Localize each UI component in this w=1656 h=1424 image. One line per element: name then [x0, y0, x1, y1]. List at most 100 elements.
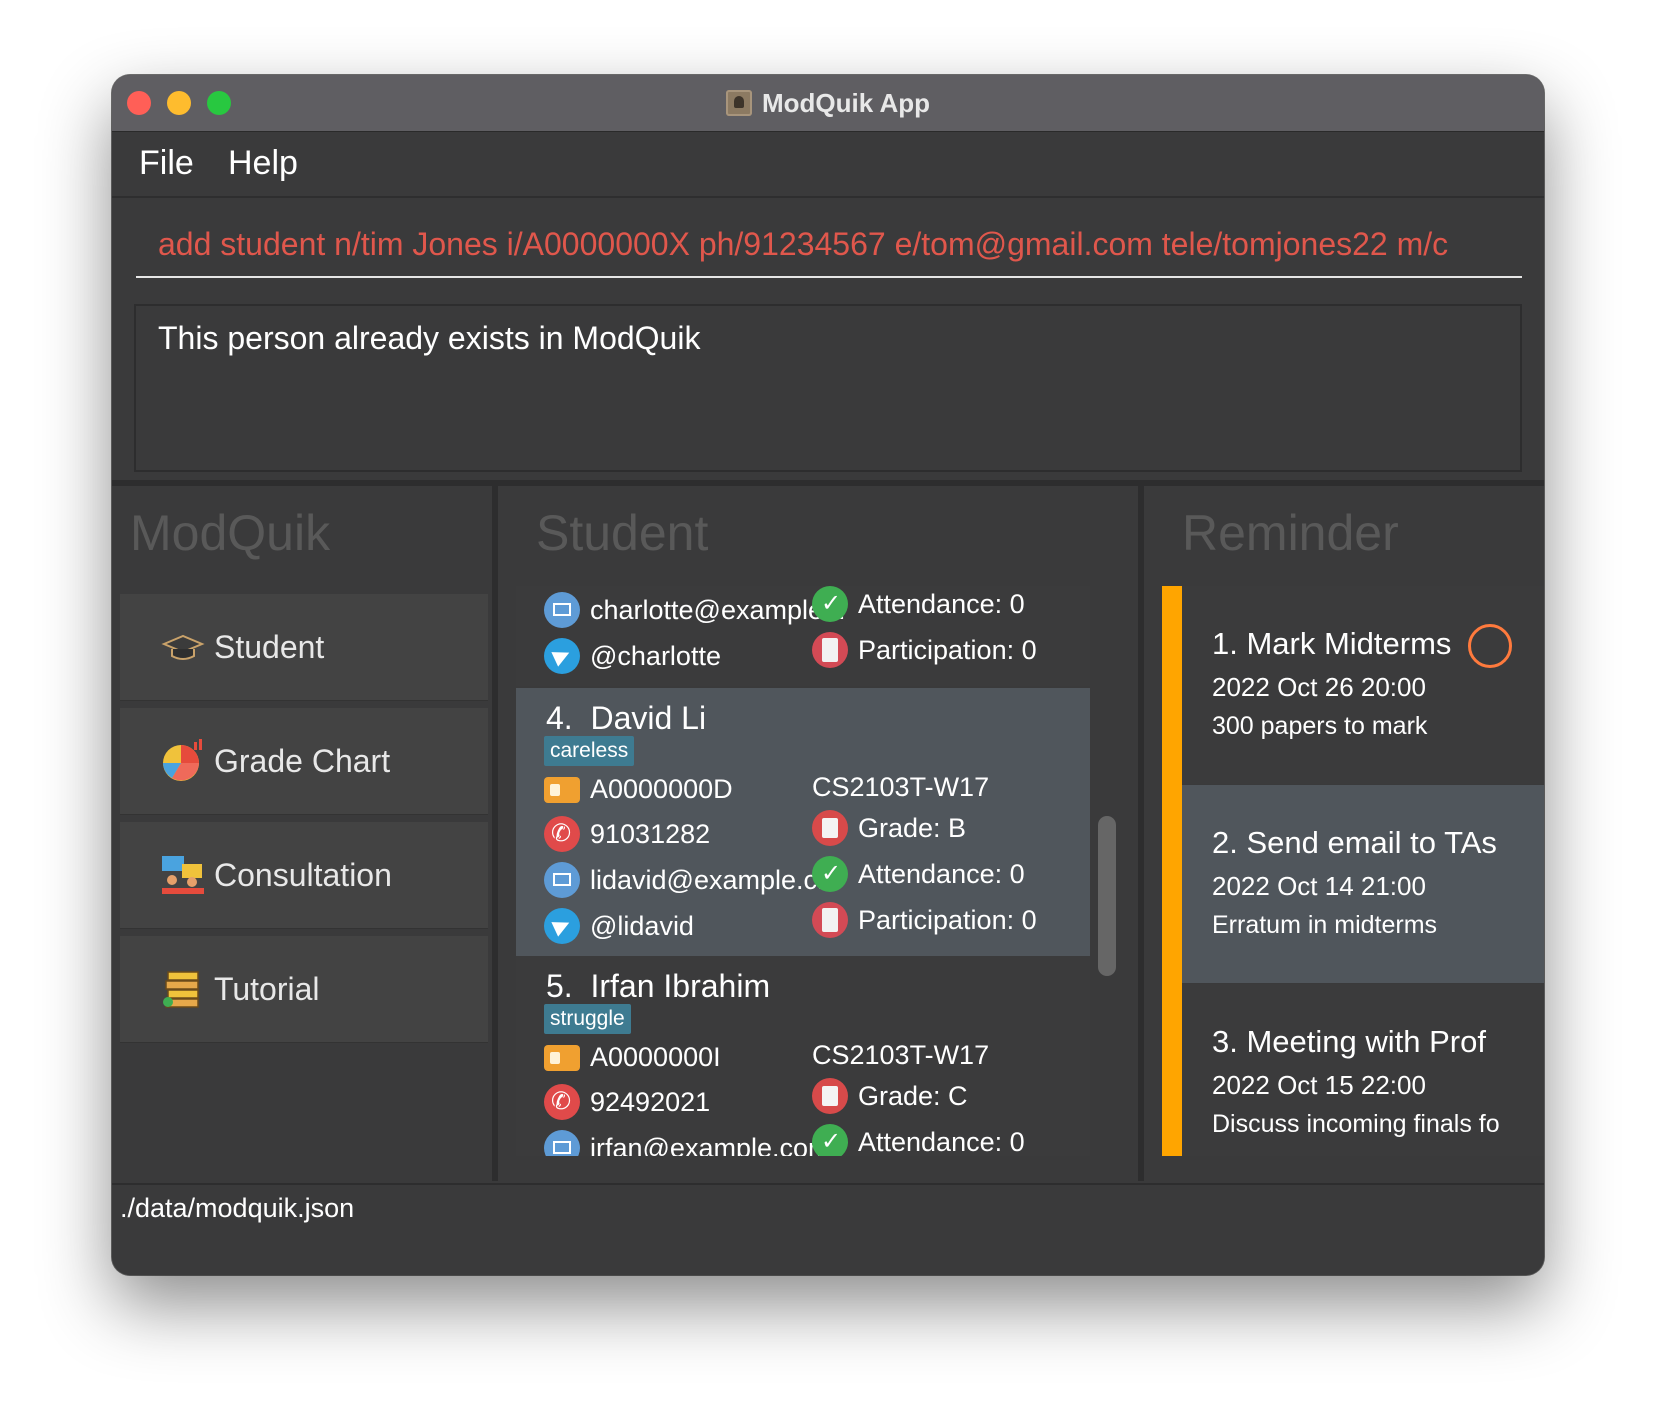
student-attendance: Attendance: 0: [858, 1126, 1025, 1157]
sidebar-item-tutorial[interactable]: Tutorial: [120, 936, 488, 1043]
student-attendance: Attendance: 0: [858, 588, 1025, 619]
save-file-path: ./data/modquik.json: [120, 1193, 355, 1223]
menu-bar: File Help: [112, 132, 1544, 198]
reminder-datetime: 2022 Oct 26 20:00: [1212, 672, 1426, 702]
student-card[interactable]: charlotte@example... Attendance: 0 @char…: [516, 586, 1090, 686]
student-panel: Student charlotte@example... Attendance:…: [498, 486, 1138, 1181]
grade-icon: [812, 810, 848, 846]
books-icon: [160, 966, 206, 1012]
checkmark-icon: [812, 856, 848, 892]
student-participation: Participation: 0: [858, 634, 1037, 665]
participation-row: Participation: 0: [812, 902, 1037, 938]
telegram-row: @lidavid: [544, 908, 694, 944]
attendance-row: Attendance: 0: [812, 856, 1025, 892]
student-telegram: @lidavid: [590, 910, 694, 941]
student-name-row: 5. Irfan Ibrahim: [546, 968, 770, 1005]
sidebar-item-label: Student: [214, 628, 325, 665]
student-phone: 91031282: [590, 818, 711, 849]
sidebar: ModQuik Student Grade Chart Consultation…: [112, 486, 492, 1181]
student-name-row: 4. David Li: [546, 700, 706, 737]
telegram-icon: [544, 908, 580, 944]
sidebar-item-label: Grade Chart: [214, 742, 391, 779]
student-id: A0000000I: [590, 1042, 721, 1072]
attendance-row: Attendance: 0: [812, 1124, 1025, 1156]
student-index: 4.: [546, 700, 573, 736]
reminder-card[interactable]: 1. Mark Midterms 2022 Oct 26 20:00 300 p…: [1182, 586, 1544, 784]
consultation-icon: [160, 852, 206, 898]
sidebar-item-label: Consultation: [214, 856, 392, 893]
sidebar-heading: ModQuik: [130, 505, 331, 561]
reminder-panel: Reminder 1. Mark Midterms 2022 Oct 26 20…: [1144, 486, 1544, 1181]
window-title: ModQuik App: [761, 87, 930, 118]
student-email: charlotte@example...: [590, 594, 846, 625]
menu-file[interactable]: File: [139, 144, 194, 183]
command-area: add student n/tim Jones i/A0000000X ph/9…: [112, 198, 1544, 290]
student-name: David Li: [590, 700, 707, 736]
student-grade: Grade: B: [858, 812, 967, 843]
id-card-icon: [544, 776, 580, 803]
email-icon: [544, 1130, 580, 1156]
telegram-row: @charlotte: [544, 638, 721, 674]
student-id: A0000000D: [590, 774, 733, 804]
reminder-card[interactable]: 3. Meeting with Prof 2022 Oct 15 22:00 D…: [1182, 984, 1544, 1156]
student-telegram: @charlotte: [590, 640, 721, 671]
grade-icon: [812, 1078, 848, 1114]
sidebar-item-label: Tutorial: [214, 970, 320, 1007]
reminder-title: 1. Mark Midterms: [1212, 626, 1452, 661]
clipboard-icon: [812, 902, 848, 938]
id-row: A0000000D: [544, 774, 733, 805]
phone-row: 92492021: [544, 1084, 710, 1120]
email-icon: [544, 862, 580, 898]
reminder-list[interactable]: 1. Mark Midterms 2022 Oct 26 20:00 300 p…: [1162, 586, 1544, 1156]
student-card[interactable]: 5. Irfan Ibrahim struggle A0000000I CS21…: [516, 956, 1090, 1156]
email-row: charlotte@example...: [544, 592, 846, 628]
student-participation: Participation: 0: [858, 904, 1037, 935]
result-message: This person already exists in ModQuik: [158, 320, 701, 356]
title-bar: ModQuik App: [112, 75, 1544, 132]
sidebar-item-grade-chart[interactable]: Grade Chart: [120, 708, 488, 815]
tutorial-row: CS2103T-W17: [812, 1040, 989, 1071]
id-row: A0000000I: [544, 1042, 721, 1073]
student-email: lidavid@example.c...: [590, 864, 840, 895]
reminder-title: 2. Send email to TAs: [1212, 825, 1497, 860]
email-row: irfan@example.com: [544, 1130, 831, 1156]
app-window: ModQuik App File Help add student n/tim …: [112, 75, 1544, 1275]
reminder-datetime: 2022 Oct 14 21:00: [1212, 871, 1426, 901]
pie-chart-icon: [160, 738, 206, 784]
reminder-card[interactable]: 2. Send email to TAs 2022 Oct 14 21:00 E…: [1182, 785, 1544, 983]
graduation-cap-icon: [160, 624, 206, 670]
sidebar-item-consultation[interactable]: Consultation: [120, 822, 488, 929]
student-tutorial: CS2103T-W17: [812, 1040, 990, 1070]
student-list-scrollbar[interactable]: [1098, 816, 1116, 976]
menu-help[interactable]: Help: [228, 144, 298, 183]
student-email: irfan@example.com: [590, 1132, 831, 1157]
sidebar-item-student[interactable]: Student: [120, 594, 488, 701]
checkmark-icon: [812, 586, 848, 622]
student-list[interactable]: charlotte@example... Attendance: 0 @char…: [516, 586, 1090, 1156]
student-name: Irfan Ibrahim: [590, 968, 771, 1004]
clipboard-icon: [812, 632, 848, 668]
student-attendance: Attendance: 0: [858, 858, 1025, 889]
grade-row: Grade: B: [812, 810, 966, 846]
attendance-row: Attendance: 0: [812, 586, 1025, 622]
command-input[interactable]: add student n/tim Jones i/A0000000X ph/9…: [136, 212, 1522, 278]
student-tutorial: CS2103T-W17: [812, 772, 990, 802]
student-grade: Grade: C: [858, 1080, 968, 1111]
reminder-title: 3. Meeting with Prof: [1212, 1024, 1486, 1059]
student-heading: Student: [536, 505, 709, 561]
reminder-datetime: 2022 Oct 15 22:00: [1212, 1070, 1426, 1100]
status-bar: ./data/modquik.json: [112, 1183, 1544, 1275]
reminder-description: Erratum in midterms: [1212, 911, 1438, 939]
student-tag: struggle: [544, 1004, 631, 1034]
result-display: This person already exists in ModQuik: [134, 304, 1522, 472]
status-badge-icon: [1468, 624, 1512, 668]
email-row: lidavid@example.c...: [544, 862, 840, 898]
phone-icon: [544, 1084, 580, 1120]
student-card[interactable]: 4. David Li careless A0000000D CS2103T-W…: [516, 688, 1090, 956]
email-icon: [544, 592, 580, 628]
reminder-description: Discuss incoming finals fo: [1212, 1110, 1500, 1138]
tutorial-row: CS2103T-W17: [812, 772, 989, 803]
student-index: 5.: [546, 968, 573, 1004]
id-card-icon: [544, 1044, 580, 1071]
student-tag: careless: [544, 736, 635, 766]
